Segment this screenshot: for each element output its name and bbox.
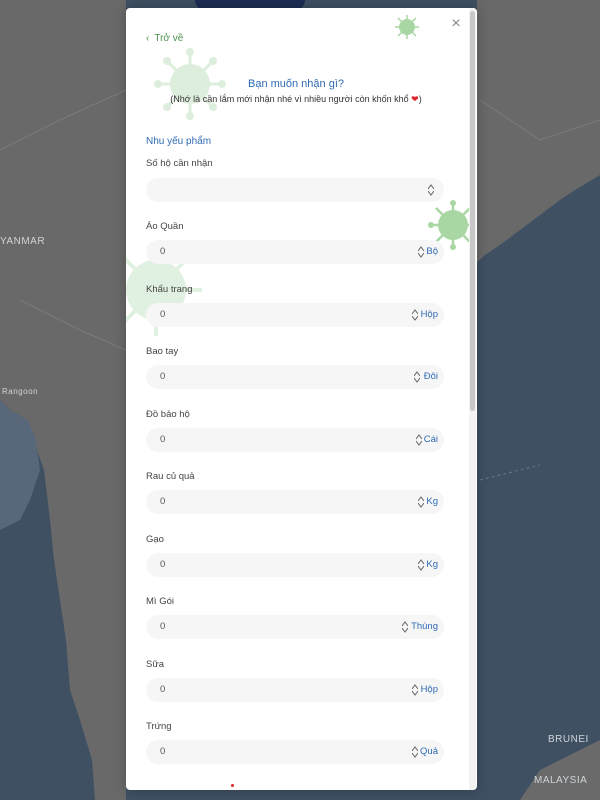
field-value: 0: [160, 434, 166, 445]
spinner-icon[interactable]: [402, 621, 408, 633]
field-unit: Hộp: [420, 309, 438, 320]
field-unit: Đôi: [423, 371, 438, 382]
field-label-rice: Gạo: [146, 534, 164, 545]
subtitle-text: (Nhớ là cần lắm mới nhận nhé vì nhiều ng…: [170, 94, 412, 104]
modal-subtitle: (Nhớ là cần lắm mới nhận nhé vì nhiều ng…: [126, 94, 466, 105]
back-link[interactable]: ‹ Trở về: [146, 33, 183, 44]
spinner-icon[interactable]: [412, 684, 418, 696]
scrollbar-thumb[interactable]: [470, 11, 475, 411]
close-button[interactable]: ×: [448, 16, 464, 32]
vegetables-input[interactable]: 0 Kg: [146, 490, 444, 514]
field-label-eggs: Trứng: [146, 721, 172, 732]
instant-noodles-input[interactable]: 0 Thùng: [146, 615, 444, 639]
field-label-protective-gear: Đồ bảo hộ: [146, 409, 190, 420]
field-unit: Kg: [426, 496, 438, 507]
map-label-malaysia: MALAYSIA: [534, 775, 588, 786]
chevron-left-icon: ‹: [146, 33, 150, 44]
spinner-icon[interactable]: [412, 309, 418, 321]
field-unit: Hộp: [420, 684, 438, 695]
spinner-icon[interactable]: [418, 559, 424, 571]
section-label: Nhu yếu phẩm: [146, 136, 212, 147]
milk-input[interactable]: 0 Hộp: [146, 678, 444, 702]
spinner-icon[interactable]: [416, 434, 422, 446]
field-value: 0: [160, 371, 166, 382]
field-label-instant-noodles: Mì Gói: [146, 596, 174, 607]
field-unit: Quả: [420, 746, 438, 757]
eggs-input[interactable]: 0 Quả: [146, 740, 444, 764]
field-value: 0: [160, 496, 166, 507]
field-label-vegetables: Rau củ quả: [146, 471, 195, 482]
field-unit: Thùng: [411, 621, 438, 632]
rice-input[interactable]: 0 Kg: [146, 553, 444, 577]
map-label-myanmar: YANMAR: [0, 236, 46, 247]
spinner-icon[interactable]: [418, 496, 424, 508]
map-label-brunei: BRUNEI: [548, 734, 589, 745]
scroll-indicator-dot: [231, 784, 234, 787]
masks-input[interactable]: 0 Hộp: [146, 303, 444, 327]
spinner-icon[interactable]: [418, 246, 424, 258]
spinner-icon[interactable]: [414, 371, 420, 383]
spinner-icon[interactable]: [428, 184, 434, 196]
field-label-gloves: Bao tay: [146, 346, 179, 357]
field-unit: Bộ: [426, 246, 438, 257]
field-label-clothes: Áo Quần: [146, 221, 184, 232]
field-value: 0: [160, 746, 166, 757]
field-unit: Kg: [426, 559, 438, 570]
clothes-input[interactable]: 0 Bộ: [146, 240, 444, 264]
gloves-input[interactable]: 0 Đôi: [146, 365, 444, 389]
map-label-rangoon: Rangoon: [2, 387, 38, 396]
field-value: 0: [160, 621, 166, 632]
field-label-masks: Khẩu trang: [146, 284, 193, 295]
request-modal: × ‹ Trở về Bạn muốn nhận gì? (Nhớ là cần …: [126, 8, 477, 790]
field-unit: Cái: [423, 434, 438, 445]
heart-icon: ❤: [411, 94, 419, 104]
subtitle-end: ): [418, 94, 422, 104]
back-label: Trở về: [154, 33, 184, 44]
households-input[interactable]: [146, 178, 444, 202]
field-value: 0: [160, 309, 166, 320]
field-value: 0: [160, 246, 166, 257]
virus-icon: [395, 15, 419, 39]
modal-title: Bạn muốn nhận gì?: [247, 78, 345, 90]
field-value: 0: [160, 559, 166, 570]
field-label-households: Số hộ cần nhận: [146, 158, 213, 169]
field-value: 0: [160, 684, 166, 695]
field-label-milk: Sữa: [146, 659, 164, 670]
spinner-icon[interactable]: [412, 746, 418, 758]
protective-gear-input[interactable]: 0 Cái: [146, 428, 444, 452]
